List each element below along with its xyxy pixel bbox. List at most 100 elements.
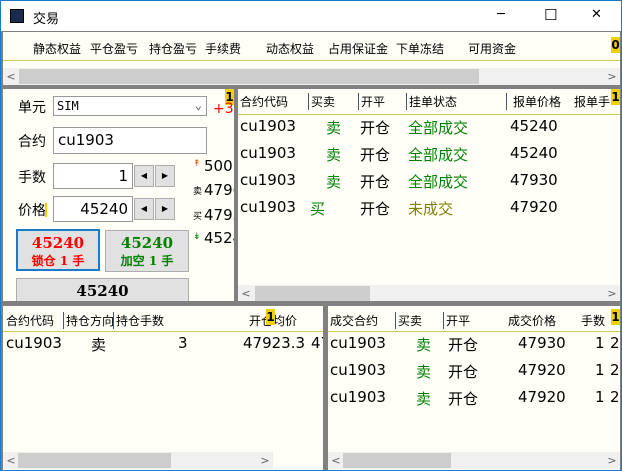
close-button[interactable]: ✕ [591,7,602,22]
unit-label: 单元 [18,100,46,116]
scroll-left-icon[interactable]: < [3,68,19,85]
horizontal-scrollbar[interactable]: < > [238,285,620,301]
scroll-right-icon[interactable]: > [604,452,620,469]
order-row[interactable]: cu1903 卖开仓 全部成交 45240 [238,144,620,170]
contract-code: cu1903 [330,388,386,406]
col-header[interactable]: 挂单状态 [406,93,457,110]
contract-input[interactable]: cu1903 [53,127,207,154]
trades-panel: 成交合约 买卖 开平 成交价格 手数 1 cu1903 卖开仓 47930 1 2 cu1… [328,306,620,470]
qty-input[interactable]: 1 [53,163,133,189]
bid-icon: 买 [193,212,203,222]
scroll-right-icon[interactable]: > [604,68,620,85]
qty-decrement-button[interactable]: ◀ [134,165,154,187]
lock-price: 45240 [31,234,85,252]
col-header[interactable]: 持仓手数 [113,312,164,329]
col-header[interactable]: 开平 [358,93,385,110]
badge: 1 [611,89,620,105]
col-header[interactable]: 持仓盈亏 [149,40,197,57]
col-header[interactable]: 报单价格 [506,93,561,110]
badge: 1 [611,309,620,325]
col-header[interactable]: 买卖 [308,93,335,110]
order-status: 全部成交 [408,173,469,191]
contract-code: cu1903 [240,171,296,189]
account-panel: 静态权益 平仓盈亏 持仓盈亏 手续费 动态权益 占用保证金 下单冻结 可用资金 … [3,32,620,85]
scroll-thumb[interactable] [19,69,479,84]
quantity: 1 [595,334,605,352]
limit-down-icon: ↡ [193,232,201,242]
trade-row[interactable]: cu1903 卖开仓 47920 1 2 [328,361,620,387]
truncated-value: 2 [610,361,620,379]
open-close: 开仓 [448,336,479,354]
scroll-thumb[interactable] [343,453,451,468]
open-close: 开仓 [360,173,391,191]
divider [328,331,620,332]
trade-row[interactable]: cu1903 卖开仓 47920 1 2 [328,388,620,414]
trade-price: 47920 [518,388,566,406]
col-header[interactable]: 合约代码 [6,312,54,329]
open-close: 开仓 [360,146,391,164]
lock-label: 锁仓 1 手 [31,254,85,268]
col-header[interactable]: 买卖 [395,312,422,329]
ask-icon: 卖 [193,187,203,197]
chevron-down-icon: ⌄ [194,98,202,112]
col-header[interactable]: 开平 [443,312,470,329]
truncated-value: 2 [610,334,620,352]
main-price: 45240 [76,282,129,300]
app-icon [10,9,24,23]
badge: 0 [611,37,620,53]
horizontal-scrollbar[interactable]: < > [3,68,620,85]
order-row[interactable]: cu1903 卖开仓 全部成交 45240 [238,117,620,143]
horizontal-scrollbar[interactable]: < > [3,452,273,469]
badge: 1 [266,309,275,325]
col-header[interactable]: 成交价格 [508,312,556,329]
horizontal-scrollbar[interactable]: < > [328,452,620,469]
position-row[interactable]: cu1903 卖 3 47923.3 47 [3,334,323,360]
col-header[interactable]: 持仓方向 [63,312,114,329]
col-header[interactable]: 报单手 [574,93,610,110]
lock-position-button[interactable]: 45240 锁仓 1 手 [16,229,100,271]
col-header[interactable]: 可用资金 [468,40,516,57]
order-price: 47920 [510,198,558,216]
price-value: 45240 [80,200,128,218]
price-input[interactable]: 45240 [53,196,133,222]
divider [3,60,620,61]
limit-up-icon: ↟ [193,159,201,169]
price-increment-button[interactable]: ▶ [155,198,175,220]
maximize-button[interactable]: ☐ [544,6,557,24]
col-header[interactable]: 下单冻结 [396,40,444,57]
main-order-button[interactable]: 45240 [16,278,189,301]
title-bar: 交易 ─ ☐ ✕ [1,1,621,31]
order-row[interactable]: cu1903 买 开仓 未成交 47920 [238,198,620,224]
minimize-button[interactable]: ─ [497,7,505,22]
qty-increment-button[interactable]: ▶ [155,165,175,187]
open-close: 开仓 [360,119,391,137]
order-price: 47930 [510,171,558,189]
unit-select[interactable]: SIM ⌄ [53,96,207,116]
col-header[interactable]: 占用保证金 [328,40,388,57]
scroll-right-icon[interactable]: > [604,285,620,301]
scroll-left-icon[interactable]: < [3,452,19,469]
add-short-button[interactable]: 45240 加空 1 手 [105,230,189,272]
order-price: 45240 [510,144,558,162]
scroll-left-icon[interactable]: < [328,452,344,469]
col-header[interactable]: 动态权益 [266,40,314,57]
scroll-thumb[interactable] [255,286,370,301]
col-header[interactable]: 手续费 [205,40,241,57]
col-header[interactable]: 合约代码 [240,93,288,110]
side: 卖 [326,119,342,137]
col-header[interactable]: 手数 [581,312,605,329]
scroll-left-icon[interactable]: < [238,285,254,301]
contract-code: cu1903 [330,334,386,352]
scroll-thumb[interactable] [18,453,171,468]
contract-value: cu1903 [58,131,114,149]
col-header[interactable]: 静态权益 [33,40,81,57]
trade-row[interactable]: cu1903 卖开仓 47930 1 2 [328,334,620,360]
scroll-right-icon[interactable]: > [257,452,273,469]
col-header[interactable]: 成交合约 [330,312,378,329]
col-header[interactable]: 平仓盈亏 [90,40,138,57]
price-decrement-button[interactable]: ◀ [134,198,154,220]
order-status: 全部成交 [408,119,469,137]
avg-price: 47923.3 [243,334,306,352]
order-row[interactable]: cu1903 卖开仓 全部成交 47930 [238,171,620,197]
bid-price: 4795 [204,206,234,224]
